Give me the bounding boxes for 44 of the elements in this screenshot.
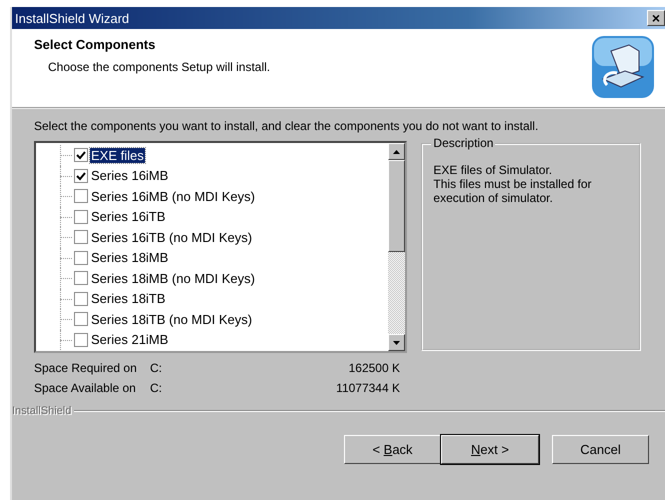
- close-button[interactable]: ×: [647, 10, 665, 26]
- scrollbar[interactable]: [388, 143, 406, 351]
- checkbox[interactable]: [74, 148, 88, 162]
- checkbox[interactable]: [74, 189, 88, 204]
- wizard-button[interactable]: Cancel: [552, 435, 649, 464]
- checkbox[interactable]: [74, 210, 88, 224]
- space-value: 162500 K: [348, 361, 400, 375]
- window-title: InstallShield Wizard: [15, 10, 130, 26]
- checkbox[interactable]: [74, 230, 88, 244]
- scroll-thumb[interactable]: [388, 160, 406, 252]
- checkbox[interactable]: [74, 332, 88, 347]
- checkbox[interactable]: [74, 312, 88, 326]
- component-item[interactable]: Series 16iTB (no MDI Keys): [90, 230, 254, 245]
- drive-label: C:: [150, 361, 163, 375]
- component-item[interactable]: Series 16iMB (no MDI Keys): [90, 188, 256, 204]
- arrow-up-icon: [393, 150, 400, 154]
- component-item[interactable]: Series 16iMB: [90, 168, 170, 184]
- space-label: Space Required on: [34, 361, 138, 375]
- scroll-up-button[interactable]: [388, 143, 406, 160]
- wizard-button[interactable]: < Back: [344, 435, 441, 464]
- component-item[interactable]: Series 18iMB: [90, 250, 170, 266]
- page-subtitle: Choose the components Setup will install.: [48, 60, 270, 74]
- checkbox[interactable]: [74, 271, 88, 286]
- component-item[interactable]: Series 18iTB: [90, 291, 166, 306]
- computer-icon: [591, 35, 655, 99]
- brand-label: InstallShield: [12, 405, 72, 417]
- space-value: 11077344 K: [335, 381, 400, 395]
- scroll-down-button[interactable]: [388, 334, 406, 351]
- component-item[interactable]: Series 21iMB: [90, 332, 170, 348]
- component-item[interactable]: EXE files: [90, 148, 145, 163]
- checkbox[interactable]: [74, 250, 88, 265]
- description-text: EXE files of Simulator. This files must be installed for execution of simulator.: [433, 163, 592, 205]
- checkbox[interactable]: [74, 292, 88, 306]
- drive-label: C:: [150, 381, 163, 395]
- instructions-text: Select the components you want to install, and clear the components you do not want to install.: [34, 119, 540, 133]
- group-title: Description: [431, 136, 496, 150]
- arrow-down-icon: [393, 340, 400, 344]
- component-item[interactable]: Series 18iTB (no MDI Keys): [90, 312, 254, 327]
- wizard-button[interactable]: Next >: [441, 435, 539, 464]
- component-item[interactable]: Series 18iMB (no MDI Keys): [90, 270, 256, 286]
- page-title: Select Components: [34, 37, 156, 52]
- space-label: Space Available on: [34, 381, 137, 395]
- checkbox[interactable]: [74, 168, 88, 183]
- component-item[interactable]: Series 16iTB: [90, 209, 166, 224]
